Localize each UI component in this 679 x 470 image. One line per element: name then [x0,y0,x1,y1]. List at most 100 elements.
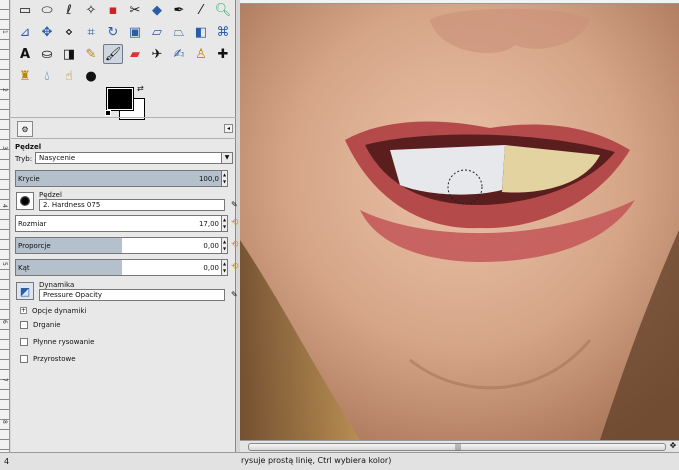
brush-preview[interactable] [16,192,34,210]
gimp-window: 1 2 3 4 5 6 7 8 ▭ ⬭ ℓ ✧ ▪ ✂ ◆ ✒ ⁄ 🔍︎ ⊿ ✥… [0,0,679,470]
ruler-mark: 6 [1,320,8,324]
foreground-select-icon[interactable]: ◆ [147,0,167,20]
slider-fill [16,171,227,186]
brush-name-field[interactable]: 2. Hardness 075 [39,199,225,211]
size-slider[interactable]: Rozmiar 17,00 ▲ ▼ [15,215,228,232]
whitened-teeth [390,145,505,195]
ruler-mark: 3 [1,146,8,150]
divider [11,138,236,139]
swap-colors-icon[interactable]: ⇄ [137,84,144,93]
vertical-ruler: 1 2 3 4 5 6 7 8 [0,0,10,452]
opacity-label: Krycie [18,175,40,183]
ruler-mark: 7 [1,378,8,382]
options-title: Pędzel [15,143,42,151]
aspect-slider[interactable]: Proporcje 0,00 ▲ ▼ [15,237,228,254]
scale-icon[interactable]: ▣ [125,22,145,42]
jitter-label: Drganie [33,321,61,329]
color-select-icon[interactable]: ▪ [103,0,123,20]
angle-slider[interactable]: Kąt 0,00 ▲ ▼ [15,259,228,276]
move-icon[interactable]: ✥ [37,22,57,42]
fuzzy-select-icon[interactable]: ✧ [81,0,101,20]
cage-icon[interactable]: ⌘ [213,22,233,42]
color-picker-icon[interactable]: ⁄ [191,0,211,20]
spin-buttons[interactable]: ▲ ▼ [221,171,227,186]
horizontal-scrollbar[interactable]: ||| ✥ [240,440,679,452]
smooth-label: Płynne rysowanie [33,338,95,346]
ruler-mark: 1 [1,30,8,34]
image-canvas[interactable] [240,0,679,440]
text-icon[interactable]: A [15,44,35,64]
heal-icon[interactable]: ✚ [213,44,233,64]
foreground-color[interactable] [106,87,134,111]
flip-icon[interactable]: ◧ [191,22,211,42]
smooth-checkbox[interactable] [20,338,28,346]
mode-select[interactable]: Nasycenie ▼ [35,152,233,164]
dodge-burn-icon[interactable]: ● [81,66,101,86]
pencil-icon[interactable]: ✎ [81,44,101,64]
horizontal-ruler [240,0,679,4]
expander-icon[interactable]: + [20,307,27,314]
lasso-icon[interactable]: ℓ [59,0,79,20]
aspect-value: 0,00 [203,242,219,250]
blend-icon[interactable]: ◨ [59,44,79,64]
ink-icon[interactable]: ✍ [169,44,189,64]
grip-icon: ||| [455,444,462,451]
angle-label: Kąt [18,264,30,272]
rotate-icon[interactable]: ↻ [103,22,123,42]
ruler-mark: 2 [1,88,8,92]
tab-menu-button[interactable]: ◂ [224,124,233,133]
opacity-slider[interactable]: Krycie 100,0 ▲ ▼ [15,170,228,187]
clone-icon[interactable]: ♙ [191,44,211,64]
opacity-value: 100,0 [198,175,219,183]
rect-select-icon[interactable]: ▭ [15,0,35,20]
dynamics-name-field[interactable]: Pressure Opacity [39,289,225,301]
spin-buttons[interactable]: ▲ ▼ [221,260,227,275]
dynamics-icon: ◩ [19,284,31,298]
blur-icon[interactable]: 💧︎ [37,66,57,86]
dynamics-preview[interactable]: ◩ [16,282,34,300]
photo-content [240,0,679,440]
incremental-label: Przyrostowe [33,355,76,363]
angle-value: 0,00 [203,264,219,272]
size-label: Rozmiar [18,220,47,228]
align-icon[interactable]: ⋄ [59,22,79,42]
chevron-down-icon: ▼ [221,153,232,163]
status-bar: 4 rysuje prostą linię, Ctrl wybiera kolo… [0,452,679,470]
mode-label: Tryb: [15,155,33,163]
brush-icon [20,196,30,206]
bucket-fill-icon[interactable]: ⛀ [37,44,57,64]
eraser-icon[interactable]: ▰ [125,44,145,64]
ruler-mark: 5 [1,262,8,266]
ruler-mark: 8 [1,420,8,424]
divider [11,117,236,118]
tool-options-tab[interactable]: ⚙ [17,121,33,137]
scrollbar-thumb[interactable]: ||| [248,443,666,451]
aspect-label: Proporcje [18,242,51,250]
color-swatches[interactable]: ⇄ [105,84,155,124]
dynamics-label: Dynamika [39,281,75,289]
airbrush-icon[interactable]: ✈ [147,44,167,64]
default-colors-icon[interactable] [105,110,111,116]
toolbox-panel: ▭ ⬭ ℓ ✧ ▪ ✂ ◆ ✒ ⁄ 🔍︎ ⊿ ✥ ⋄ ⌗ ↻ ▣ ▱ ⏢ ◧ ⌘… [11,0,239,452]
slider-fill [16,260,122,275]
paths-icon[interactable]: ✒ [169,0,189,20]
crop-icon[interactable]: ⌗ [81,22,101,42]
incremental-checkbox[interactable] [20,355,28,363]
shear-icon[interactable]: ▱ [147,22,167,42]
smudge-icon[interactable]: ☝ [59,66,79,86]
spin-buttons[interactable]: ▲ ▼ [221,216,227,231]
perspective-icon[interactable]: ⏢ [169,22,189,42]
ellipse-select-icon[interactable]: ⬭ [37,0,57,20]
zoom-icon[interactable]: 🔍︎ [213,0,233,20]
scissors-icon[interactable]: ✂ [125,0,145,20]
jitter-checkbox[interactable] [20,321,28,329]
status-message: rysuje prostą linię, Ctrl wybiera kolor) [241,456,392,465]
brush-label: Pędzel [39,191,62,199]
dynamics-options-label[interactable]: Opcje dynamiki [32,307,86,315]
ruler-mark: 4 [1,204,8,208]
perspective-clone-icon[interactable]: ♜ [15,66,35,86]
size-value: 17,00 [198,220,219,228]
measure-icon[interactable]: ⊿ [15,22,35,42]
spin-buttons[interactable]: ▲ ▼ [221,238,227,253]
paintbrush-icon[interactable]: 🖌︎ [103,44,123,64]
